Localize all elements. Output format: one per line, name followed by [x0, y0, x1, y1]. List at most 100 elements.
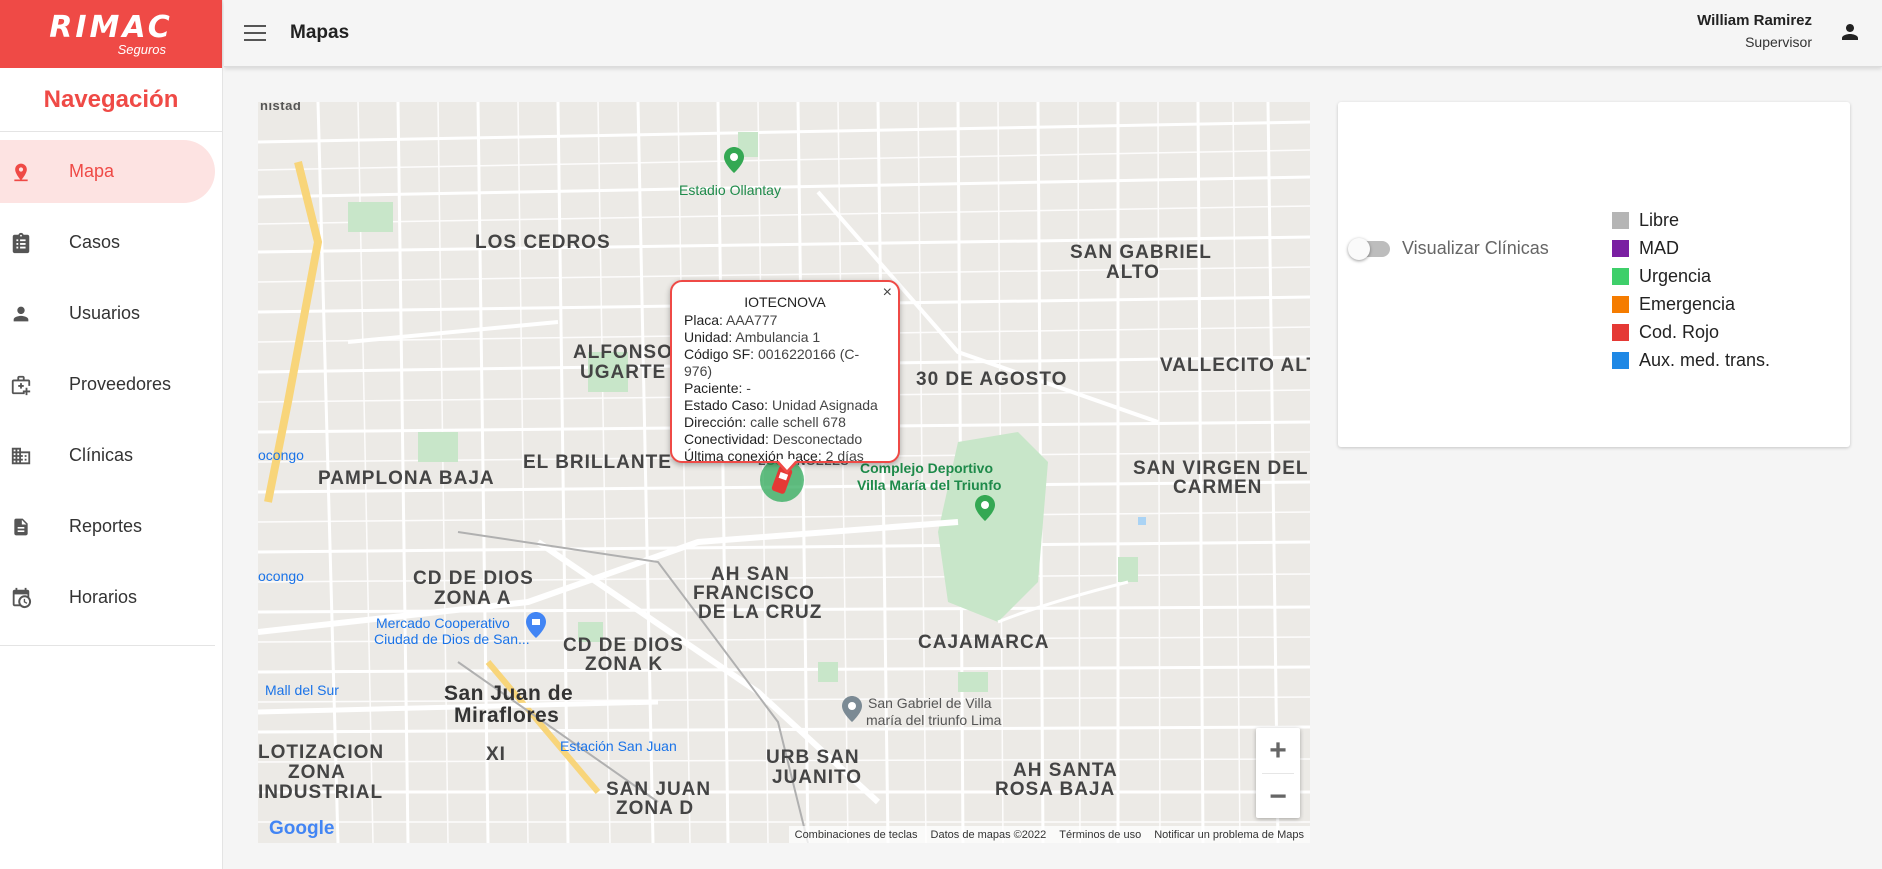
logo-sub: Seguros	[117, 41, 166, 57]
legend-label: Urgencia	[1639, 265, 1712, 286]
nav-title: Navegación	[0, 68, 222, 132]
top-header: Mapas William Ramirez Supervisor	[224, 0, 1882, 67]
toggle-switch[interactable]	[1348, 237, 1390, 260]
map-label: nistad	[260, 102, 302, 113]
sidebar-item-label: Clínicas	[69, 445, 134, 465]
calendar-clock-icon	[10, 586, 32, 610]
legend-item: Libre	[1612, 206, 1770, 234]
map-label: URB SAN	[766, 747, 860, 768]
popup-close-button[interactable]: ×	[883, 284, 892, 301]
sidebar-item-clinicas[interactable]: Clínicas	[0, 424, 215, 487]
poi-label[interactable]: Estadio Ollantay	[679, 182, 781, 198]
map-label: XI	[486, 744, 506, 765]
map-label: LOTIZACION	[258, 742, 385, 763]
poi-label[interactable]: Villa María del Triunfo	[857, 477, 1001, 493]
map-label: 30 DE AGOSTO	[916, 369, 1068, 390]
clipboard-icon	[10, 231, 32, 255]
legend-label: MAD	[1639, 237, 1679, 258]
shopping-pin-icon[interactable]	[526, 612, 546, 638]
sidebar-item-horarios[interactable]: Horarios	[0, 566, 215, 629]
poi-label[interactable]: maría del triunfo Lima	[866, 712, 1001, 728]
popup-value: 2 días	[825, 448, 864, 464]
popup-value: -	[746, 380, 751, 396]
map-label: ZONA K	[585, 654, 664, 675]
popup-row: Dirección: calle schell 678	[684, 414, 886, 431]
toggle-knob	[1348, 237, 1370, 260]
poi-label[interactable]: ocongo	[258, 568, 304, 584]
legend-item: Emergencia	[1612, 290, 1770, 318]
map-label: Miraflores	[454, 704, 560, 727]
legend-item: Cod. Rojo	[1612, 318, 1770, 346]
popup-key: Código SF:	[684, 346, 755, 362]
map-data-text: Datos de mapas ©2022	[930, 828, 1047, 841]
sidebar-item-label: Casos	[69, 232, 121, 252]
poi-label[interactable]: Mall del Sur	[265, 682, 339, 698]
green-pin-icon[interactable]	[975, 495, 995, 521]
user-info: William Ramirez Supervisor	[1697, 12, 1812, 50]
map-view[interactable]: nistad LOS CEDROS SAN GABRIEL ALTO VALLE…	[258, 102, 1310, 843]
poi-label[interactable]: San Gabriel de Villa	[868, 695, 991, 711]
legend-label: Cod. Rojo	[1639, 321, 1720, 342]
report-problem-link[interactable]: Notificar un problema de Maps	[1154, 829, 1304, 841]
page-title: Mapas	[290, 22, 350, 43]
user-role: Supervisor	[1745, 34, 1812, 50]
legend-swatch	[1612, 239, 1629, 257]
map-label: UGARTE	[580, 362, 667, 383]
map-label: ZONA D	[616, 798, 695, 819]
google-logo[interactable]: Google	[269, 818, 334, 840]
map-label: ROSA BAJA	[995, 779, 1116, 800]
sidebar-item-mapa[interactable]: Mapa	[0, 140, 215, 203]
poi-label[interactable]: Mercado Cooperativo	[376, 615, 510, 631]
sidebar-item-label: Mapa	[69, 161, 115, 181]
zoom-in-button[interactable]: +	[1256, 728, 1300, 773]
legend-swatch	[1612, 323, 1629, 341]
sidebar-item-label: Reportes	[69, 516, 143, 536]
sidebar-item-proveedores[interactable]: Proveedores	[0, 353, 215, 416]
popup-value: Desconectado	[772, 431, 863, 447]
map-label: San Juan de	[444, 682, 574, 705]
user-name: William Ramirez	[1697, 12, 1812, 29]
sidebar-item-usuarios[interactable]: Usuarios	[0, 282, 215, 345]
legend-swatch	[1612, 351, 1629, 369]
map-label: INDUSTRIAL	[258, 782, 384, 803]
map-label: ZONA A	[434, 588, 512, 609]
popup-value: Ambulancia 1	[735, 329, 821, 345]
gray-pin-icon[interactable]	[842, 696, 862, 722]
rimac-logo[interactable]: RIMAC Seguros	[0, 0, 222, 68]
map-label: ALFONSO	[573, 342, 673, 363]
toggle-label: Visualizar Clínicas	[1402, 238, 1549, 258]
keyboard-shortcuts-link[interactable]: Combinaciones de teclas	[795, 829, 918, 841]
legend-label: Aux. med. trans.	[1639, 349, 1771, 370]
legend-swatch	[1612, 267, 1629, 285]
terms-link[interactable]: Términos de uso	[1059, 829, 1141, 841]
legend-swatch	[1612, 295, 1629, 313]
poi-label[interactable]: Estación San Juan	[560, 738, 677, 754]
legend-label: Emergencia	[1639, 293, 1736, 314]
map-label: JUANITO	[772, 767, 863, 788]
account-icon[interactable]	[1836, 18, 1864, 46]
green-pin-icon[interactable]	[724, 147, 744, 173]
map-label: DE LA CRUZ	[698, 602, 823, 623]
legend-panel: Visualizar Clínicas Libre MAD Urgencia E…	[1338, 102, 1850, 447]
poi-label[interactable]: Ciudad de Dios de San...	[374, 631, 530, 647]
document-icon	[10, 515, 32, 539]
medical-bag-icon	[10, 373, 32, 397]
popup-row: Paciente: -	[684, 380, 886, 397]
google-logo-text: Google	[269, 818, 335, 839]
sidebar-item-casos[interactable]: Casos	[0, 211, 215, 274]
poi-label[interactable]: ocongo	[258, 447, 304, 463]
popup-row: Placa: AAA777	[684, 312, 886, 329]
popup-key: Estado Caso:	[684, 397, 769, 413]
zoom-out-button[interactable]: −	[1256, 774, 1300, 819]
location-pin-icon	[10, 160, 32, 184]
clinics-toggle[interactable]: Visualizar Clínicas	[1348, 237, 1549, 260]
sidebar-item-reportes[interactable]: Reportes	[0, 495, 215, 558]
popup-row: Estado Caso: Unidad Asignada	[684, 397, 886, 414]
hamburger-menu-icon[interactable]	[242, 20, 268, 46]
popup-key: Dirección:	[684, 414, 747, 430]
sidebar-item-label: Usuarios	[69, 303, 141, 323]
popup-value: AAA777	[726, 312, 778, 328]
popup-key: Última conexión hace:	[684, 448, 822, 464]
building-icon	[10, 444, 32, 468]
map-label: EL BRILLANTE	[523, 452, 672, 473]
